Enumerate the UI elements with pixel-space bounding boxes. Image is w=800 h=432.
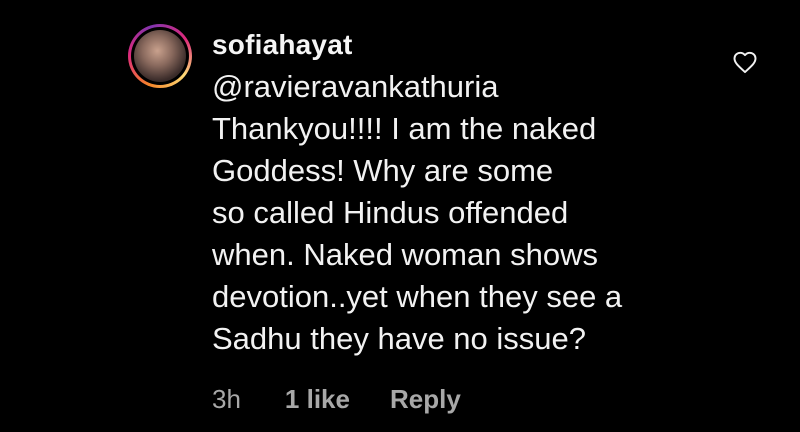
comment-text: @ravieravankathuria Thankyou!!!! I am th… [212, 66, 712, 360]
comment-line: Thankyou!!!! I am the naked [212, 111, 597, 146]
comment-line: so called Hindus offended [212, 195, 569, 230]
comment-screen: sofiahayat @ravieravankathuria Thankyou!… [0, 0, 800, 432]
avatar[interactable] [134, 30, 186, 82]
comment-timestamp: 3h [212, 384, 241, 414]
story-ring[interactable] [128, 24, 192, 88]
mention-link[interactable]: @ravieravankathuria [212, 66, 712, 108]
comment-username[interactable]: sofiahayat [212, 28, 712, 62]
comment-meta: 3h 1 like Reply [212, 382, 461, 416]
reply-button[interactable]: Reply [390, 382, 461, 416]
like-count[interactable]: 1 like [285, 382, 350, 416]
avatar-gap [131, 27, 189, 85]
comment-line: Goddess! Why are some [212, 153, 554, 188]
comment-line: when. Naked woman shows [212, 237, 598, 272]
comment-line: devotion..yet when they see a [212, 279, 623, 314]
comment-line: Sadhu they have no issue? [212, 321, 586, 356]
comment-body: sofiahayat @ravieravankathuria Thankyou!… [212, 28, 712, 360]
heart-outline-icon[interactable] [732, 50, 758, 74]
